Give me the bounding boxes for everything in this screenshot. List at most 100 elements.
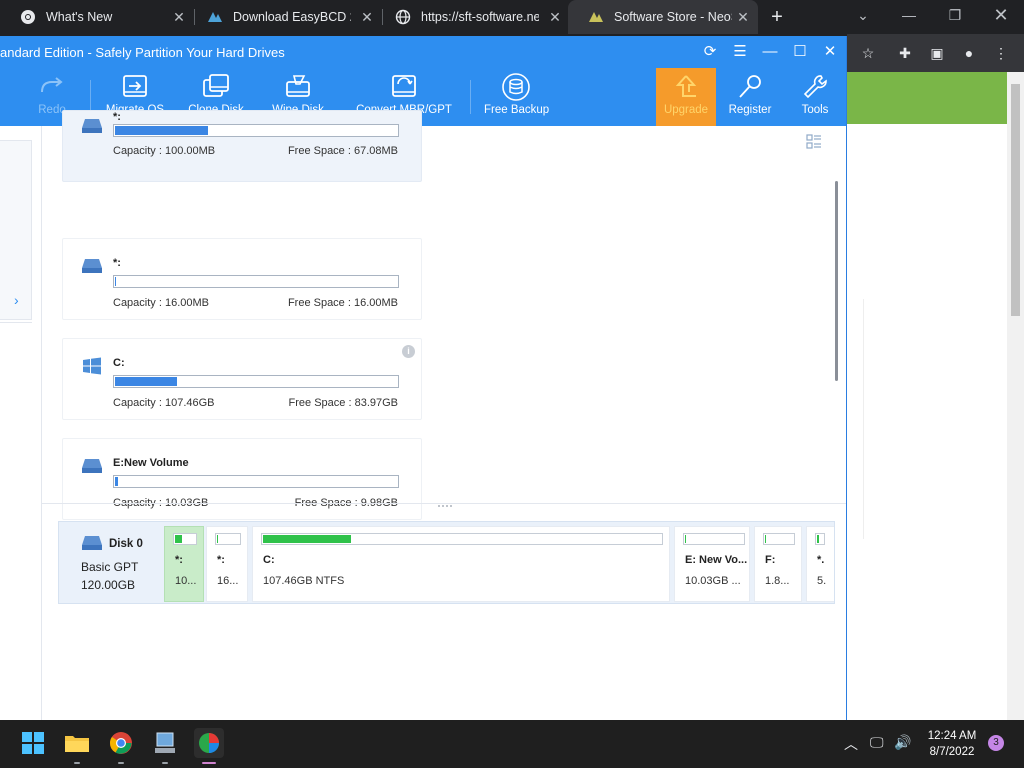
taskbar-indicator	[74, 762, 80, 764]
chrome-taskbar-button[interactable]	[106, 728, 136, 758]
segment-usage-fill	[765, 535, 766, 543]
migrate-os-icon	[123, 75, 147, 97]
segment-usage-bar	[683, 533, 745, 545]
close-tab-icon[interactable]: ✕	[548, 10, 562, 24]
segment-info: 107.46GB NTFS	[263, 575, 345, 587]
partition-usage-fill	[115, 477, 118, 486]
partition-usage-bar	[113, 124, 399, 137]
disk-segment[interactable]: E: New Vo... 10.03GB ...	[674, 526, 750, 602]
partition-usage-bar	[113, 275, 399, 288]
segment-usage-bar	[815, 533, 825, 545]
partition-app-taskbar-button[interactable]	[194, 728, 224, 758]
file-explorer-button[interactable]	[62, 728, 92, 758]
segment-name: E: New Vo...	[685, 554, 748, 566]
bookmark-star-icon[interactable]: ☆	[859, 44, 877, 62]
disk-segment[interactable]: F: 1.8...	[754, 526, 802, 602]
info-icon[interactable]: i	[402, 345, 415, 358]
partition-capacity: Capacity : 16.00MB	[113, 297, 209, 309]
side-panel-icon[interactable]: ▣	[928, 44, 946, 62]
network-icon[interactable]: 🖵	[870, 734, 884, 751]
new-tab-button[interactable]: +	[766, 6, 788, 28]
toolbar-separator	[90, 80, 91, 114]
segment-info: 16...	[217, 575, 239, 587]
partition-usage-bar	[113, 375, 399, 388]
browser-tab-software-store[interactable]: Software Store - NeoSm ✕	[568, 0, 758, 34]
partition-list-scrollbar[interactable]	[835, 181, 838, 381]
convert-icon	[392, 75, 416, 97]
remote-desktop-button[interactable]	[150, 728, 180, 758]
close-icon[interactable]: ✕	[820, 42, 840, 62]
view-toggle-icon[interactable]	[806, 134, 822, 150]
taskbar-indicator	[162, 762, 168, 764]
upgrade-arrow-icon	[675, 75, 697, 97]
partition-card[interactable]: C: Capacity : 107.46GB Free Space : 83.9…	[62, 338, 422, 420]
start-button[interactable]	[18, 728, 48, 758]
disk-segment[interactable]: *: 10...	[164, 526, 204, 602]
partition-free-space: Free Space : 16.00MB	[287, 297, 398, 309]
app-titlebar: andard Edition - Safely Partition Your H…	[0, 36, 846, 68]
close-tab-icon[interactable]: ✕	[736, 10, 750, 24]
free-backup-button[interactable]: Free Backup	[484, 68, 549, 126]
profile-avatar-icon[interactable]: ●	[960, 44, 978, 62]
disk-segment[interactable]: *. 5.	[806, 526, 834, 602]
partition-usage-bar	[113, 475, 399, 488]
refresh-icon[interactable]: ⟳	[700, 42, 720, 62]
disk-map: Disk 0 Basic GPT 120.00GB *: 10... *: 16…	[58, 521, 835, 604]
tab-search-icon[interactable]: ⌄	[840, 0, 886, 34]
restore-window-icon[interactable]: ❐	[932, 0, 978, 34]
disk-drive-icon	[82, 259, 102, 273]
windows-taskbar: ︿ 🖵 🔊 12:24 AM 8/7/2022 3	[0, 720, 1024, 768]
segment-usage-fill	[817, 535, 819, 543]
partition-usage-fill	[115, 277, 116, 286]
browser-tab-whats-new[interactable]: What's New ✕	[0, 0, 194, 34]
disk-drive-icon	[82, 119, 102, 133]
clock-time: 12:24 AM	[927, 730, 977, 742]
close-tab-icon[interactable]: ✕	[360, 10, 374, 24]
tools-button[interactable]: Tools	[796, 68, 834, 126]
close-tab-icon[interactable]: ✕	[172, 10, 186, 24]
toolbar-separator	[470, 80, 471, 114]
close-window-icon[interactable]: ✕	[978, 0, 1024, 34]
segment-name: C:	[263, 554, 275, 566]
expand-chevron-icon[interactable]: ›	[14, 292, 19, 308]
taskbar-clock[interactable]: 12:24 AM 8/7/2022	[916, 728, 988, 760]
partition-app-window: andard Edition - Safely Partition Your H…	[0, 36, 847, 720]
backup-database-icon	[502, 73, 530, 101]
segment-name: F:	[765, 554, 776, 566]
browser-tab-strip: What's New ✕ Download EasyBCD 2.4 ✕ http…	[0, 0, 1024, 34]
partition-card[interactable]: *: Capacity : 16.00MB Free Space : 16.00…	[62, 238, 422, 320]
windows-start-icon	[22, 732, 44, 754]
minimize-icon[interactable]: —	[760, 42, 780, 62]
windows-icon	[83, 357, 101, 375]
more-menu-icon[interactable]: ⋮	[992, 44, 1010, 62]
disk-label[interactable]: Disk 0 Basic GPT 120.00GB	[59, 522, 164, 603]
partition-app-icon	[199, 733, 219, 753]
browser-tab-easybcd[interactable]: Download EasyBCD 2.4 ✕	[187, 0, 382, 34]
upgrade-label: Upgrade	[663, 104, 709, 116]
minimize-window-icon[interactable]: —	[886, 0, 932, 34]
partition-list: *: Capacity : 100.00MB Free Space : 67.0…	[42, 110, 832, 538]
menu-icon[interactable]: ☰	[730, 42, 750, 62]
segment-info: 5.	[817, 575, 827, 587]
upgrade-button[interactable]: Upgrade	[656, 68, 716, 126]
browser-tab-sft-software[interactable]: https://sft-software.net ✕	[375, 0, 570, 34]
disk-segment[interactable]: C: 107.46GB NTFS	[252, 526, 670, 602]
segment-usage-fill	[175, 535, 182, 543]
extensions-puzzle-icon[interactable]: ✚	[896, 44, 914, 62]
segment-usage-fill	[685, 535, 686, 543]
segment-info: 1.8...	[765, 575, 790, 587]
disk-name: Disk 0	[109, 538, 143, 550]
disk-type: Basic GPT	[81, 560, 139, 574]
partition-capacity: Capacity : 100.00MB	[113, 145, 216, 157]
splitter-grip-icon[interactable]	[438, 505, 452, 507]
disk-segment[interactable]: *: 16...	[206, 526, 248, 602]
volume-icon[interactable]: 🔊	[894, 734, 911, 751]
page-scrollbar-thumb[interactable]	[1011, 84, 1020, 316]
notification-badge[interactable]: 3	[988, 735, 1004, 751]
maximize-icon[interactable]: ☐	[790, 42, 810, 62]
show-hidden-icons-chevron[interactable]: ︿	[844, 734, 858, 754]
page-divider-line	[863, 299, 864, 539]
partition-card[interactable]: *: Capacity : 100.00MB Free Space : 67.0…	[62, 110, 422, 182]
register-button[interactable]: Register	[724, 68, 776, 126]
segment-usage-bar	[173, 533, 197, 545]
